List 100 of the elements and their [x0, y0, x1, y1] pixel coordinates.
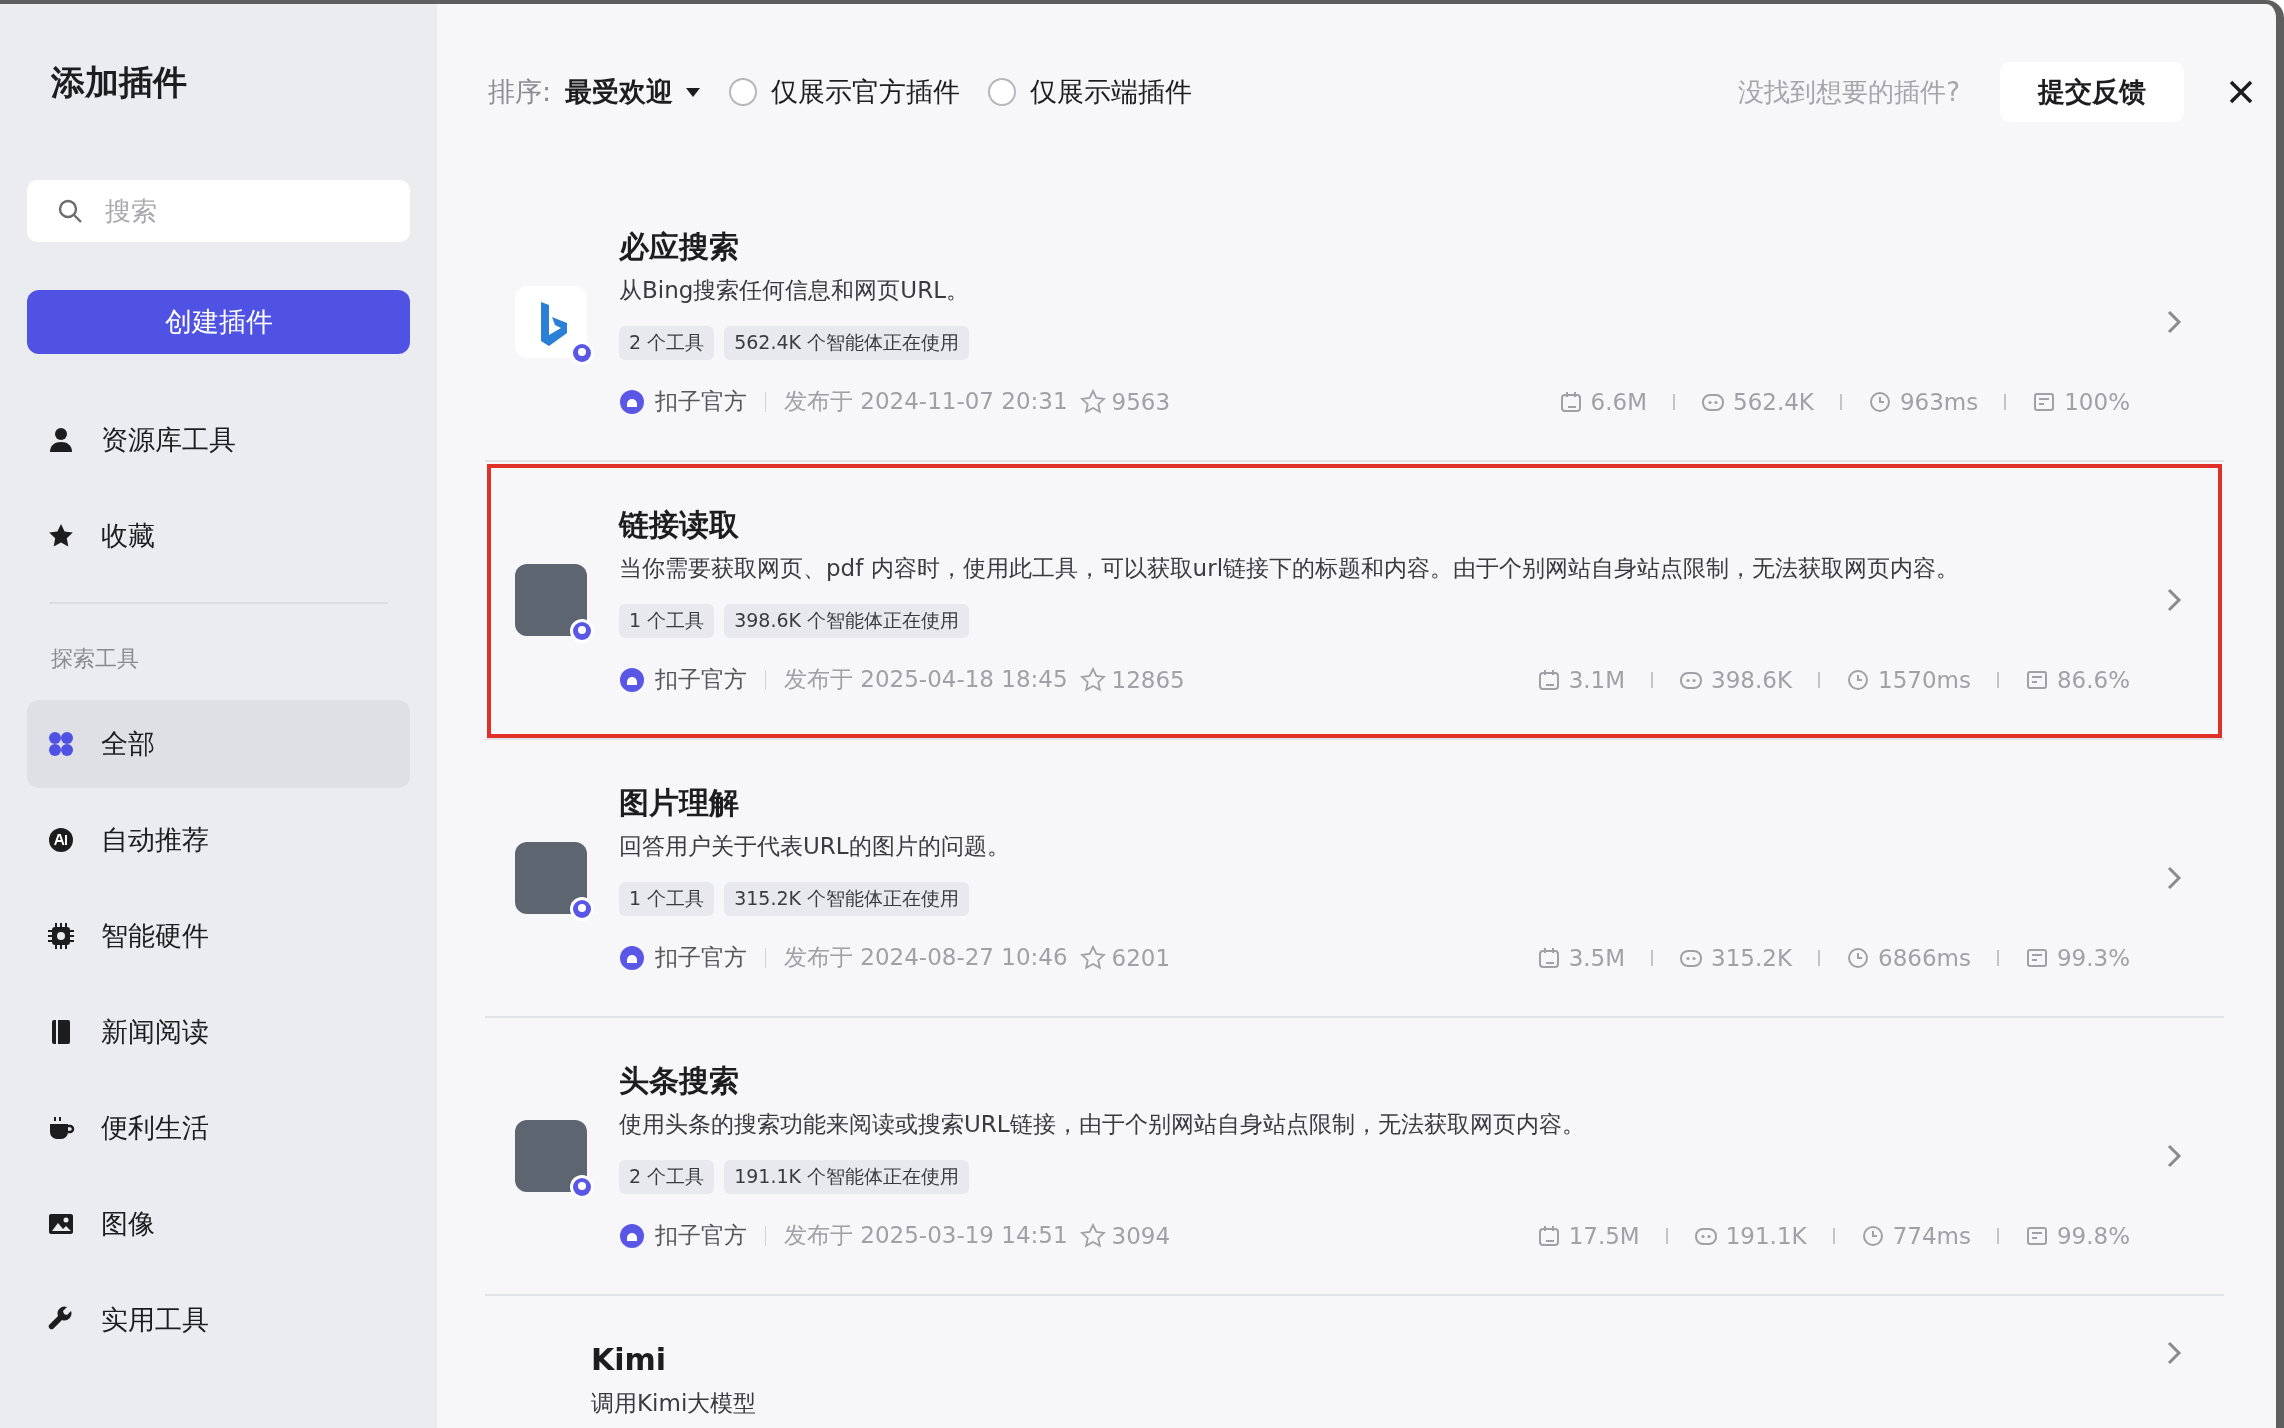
publish-date: 发布于 2024-11-07 20:31	[784, 387, 1068, 416]
stat-value: 3.5M	[1568, 944, 1626, 971]
plugin-description: 使用头条的搜索功能来阅读或搜索URL链接，由于个别网站自身站点限制，无法获取网页内容。	[619, 1110, 1586, 1139]
stat-value: 398.6K	[1711, 666, 1792, 693]
publisher-name: 扣子官方	[655, 943, 747, 972]
radio-button[interactable]	[729, 78, 758, 106]
plugin-title: 头条搜索	[619, 1062, 740, 1100]
publisher-name: 扣子官方	[655, 1221, 747, 1250]
grid-icon	[47, 730, 75, 758]
stat-value: 100%	[2064, 388, 2130, 415]
chevron-right-icon	[2166, 1340, 2182, 1366]
cup-icon	[47, 1114, 75, 1142]
calendar-icon	[1536, 667, 1561, 692]
ai-icon	[47, 826, 75, 854]
create-plugin-button[interactable]: 创建插件	[27, 290, 410, 354]
calendar-icon	[1536, 1223, 1561, 1248]
publish-date: 发布于 2025-03-19 14:51	[784, 1221, 1068, 1250]
badge-icon	[569, 618, 595, 644]
stat-value: 99.8%	[2056, 1222, 2130, 1249]
favorite-count: 12865	[1111, 666, 1185, 693]
badge-icon	[569, 340, 595, 366]
tag: 1 个工具	[619, 604, 715, 638]
publish-date: 发布于 2025-04-18 18:45	[784, 665, 1068, 694]
tag: 398.6K 个智能体正在使用	[724, 604, 970, 638]
plugin-title: 图片理解	[619, 784, 740, 822]
sidebar-item[interactable]: 收藏	[27, 492, 410, 580]
tag: 315.2K 个智能体正在使用	[724, 882, 970, 916]
radio-button[interactable]	[988, 78, 1017, 106]
stat-value: 1570ms	[1878, 666, 1971, 693]
sidebar-item[interactable]: 资源库工具	[27, 396, 410, 484]
star-icon	[1079, 1222, 1106, 1249]
badge-icon	[569, 1174, 595, 1200]
chevron-right-icon	[2166, 1143, 2182, 1169]
publisher-name: 扣子官方	[655, 387, 747, 416]
plugin-card[interactable]: 图片理解 回答用户关于代表URL的图片的问题。 1 个工具 315.2K 个智能体正在使用 扣子官方 发布于 2024-08-27 10:46 6201 3.5M 315.2K 6866ms 99.3%	[485, 740, 2224, 1018]
plugin-card[interactable]: 链接读取 当你需要获取网页、pdf 内容时，使用此工具，可以获取url链接下的标题和内容。由于个别网站自身站点限制，无法获取网页内容。 1 个工具 398.6K 个智能体正在使用 扣子官方 发布于 2025-04-18 18:45 12865 3.1M 398.6K 1570ms 86.6%	[485, 462, 2224, 740]
plugin-title: 必应搜索	[619, 228, 740, 266]
tag: 562.4K 个智能体正在使用	[724, 326, 970, 360]
sidebar-item[interactable]: 实用工具	[27, 1276, 410, 1364]
plugin-card[interactable]: Kimi 调用Kimi大模型	[485, 1296, 2224, 1419]
publisher-icon	[619, 1222, 645, 1249]
stat-value: 6.6M	[1590, 388, 1647, 415]
calendar-icon	[1558, 389, 1583, 414]
tag: 2 个工具	[619, 1160, 715, 1194]
chevron-right-icon	[2166, 865, 2182, 891]
publisher-icon	[619, 666, 645, 693]
stat-value: 562.4K	[1733, 388, 1814, 415]
stat-value: 99.3%	[2056, 944, 2130, 971]
chip-icon	[47, 922, 75, 950]
plugin-title: Kimi	[591, 1341, 668, 1379]
sidebar-item[interactable]: 图像	[27, 1180, 410, 1268]
search-field[interactable]: 搜索	[27, 180, 410, 242]
chevron-right-icon	[2166, 309, 2182, 335]
clock-icon	[1846, 945, 1870, 970]
star-icon	[1079, 388, 1106, 415]
logo-icon	[515, 286, 587, 358]
chevron-right-icon	[2166, 587, 2182, 613]
hint-text: 没找到想要的插件?	[1738, 75, 1960, 109]
tag: 191.1K 个智能体正在使用	[724, 1160, 970, 1194]
filter-option[interactable]: 仅展示官方插件	[729, 74, 961, 110]
panel-title: 添加插件	[51, 61, 188, 104]
section-heading: 探索工具	[51, 645, 140, 673]
publisher-name: 扣子官方	[655, 665, 747, 694]
favorite-count: 3094	[1111, 1222, 1171, 1249]
favorite-count: 9563	[1111, 388, 1171, 415]
stat-value: 6866ms	[1878, 944, 1971, 971]
sort-dropdown[interactable]: 最受欢迎	[565, 74, 674, 110]
badge-icon	[569, 896, 595, 922]
tag: 2 个工具	[619, 326, 715, 360]
plugin-title: 链接读取	[619, 506, 740, 544]
plugin-description: 回答用户关于代表URL的图片的问题。	[619, 832, 1011, 861]
clock-icon	[1867, 389, 1892, 414]
sidebar-item[interactable]: 全部	[27, 700, 410, 788]
person-icon	[47, 426, 75, 454]
sidebar-item[interactable]: 新闻阅读	[27, 988, 410, 1076]
star-icon	[1079, 666, 1106, 693]
sidebar-item[interactable]: 便利生活	[27, 1084, 410, 1172]
favorite-count: 6201	[1111, 944, 1171, 971]
stat-value: 86.6%	[2056, 666, 2130, 693]
plugin-card[interactable]: 头条搜索 使用头条的搜索功能来阅读或搜索URL链接，由于个别网站自身站点限制，无法获取网页内容。 2 个工具 191.1K 个智能体正在使用 扣子官方 发布于 2025-03-19 14:51 3094 17.5M 191.1K 774ms 99.8%	[485, 1018, 2224, 1296]
filter-option[interactable]: 仅展示端插件	[988, 74, 1193, 110]
caret-icon	[685, 86, 702, 98]
stat-value: 17.5M	[1568, 1222, 1640, 1249]
publisher-icon	[619, 944, 645, 971]
tag: 1 个工具	[619, 882, 715, 916]
publish-date: 发布于 2024-08-27 10:46	[784, 943, 1068, 972]
plugin-description: 调用Kimi大模型	[591, 1389, 758, 1418]
clock-icon	[1846, 667, 1870, 692]
plugin-description: 从Bing搜索任何信息和网页URL。	[619, 276, 970, 305]
filter-label: 仅展示官方插件	[771, 75, 961, 109]
sidebar-item[interactable]: 自动推荐	[27, 796, 410, 884]
feedback-button[interactable]: 提交反馈	[2000, 62, 2184, 122]
search-icon	[57, 198, 83, 224]
stat-value: 774ms	[1892, 1222, 1971, 1249]
stat-value: 963ms	[1899, 388, 1979, 415]
sidebar-item[interactable]: 智能硬件	[27, 892, 410, 980]
calendar-icon	[1536, 945, 1561, 970]
plugin-card[interactable]: 必应搜索 从Bing搜索任何信息和网页URL。 2 个工具 562.4K 个智能体正在使用 扣子官方 发布于 2024-11-07 20:31 9563 6.6M 562.4K 963ms 100%	[485, 184, 2224, 462]
clock-icon	[1860, 1223, 1885, 1248]
star-icon	[1079, 944, 1106, 971]
